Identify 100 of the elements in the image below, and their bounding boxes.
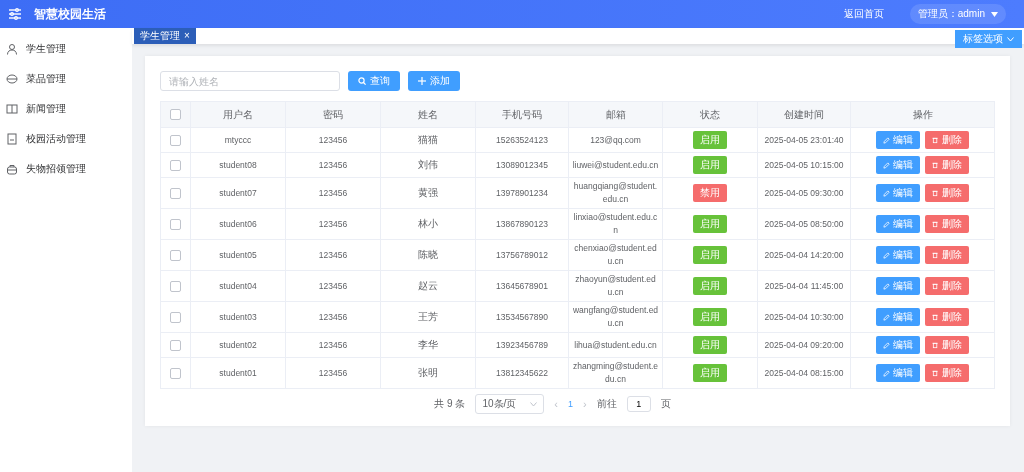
edit-button[interactable]: 编辑: [876, 336, 920, 354]
search-button[interactable]: 查询: [348, 71, 400, 91]
table-cell: 123456: [318, 250, 348, 260]
pencil-icon: [883, 251, 890, 259]
table-cell: zhaoyun@student.edu.cn: [575, 274, 656, 297]
table-cell: huangqiang@student.edu.cn: [573, 181, 658, 204]
delete-button[interactable]: 删除: [925, 364, 969, 382]
table-cell: 123456: [318, 312, 348, 322]
table-cell: liuwei@student.edu.cn: [572, 159, 659, 170]
sidebar-item[interactable]: 新闻管理: [0, 94, 132, 124]
status-badge: 启用: [693, 364, 727, 382]
table-cell: 123456: [318, 368, 348, 378]
table-cell: 13867890123: [496, 219, 548, 229]
table-cell: 123456: [318, 219, 348, 229]
sidebar-item[interactable]: 学生管理: [0, 34, 132, 64]
chevron-down-icon: [530, 401, 538, 407]
delete-button[interactable]: 删除: [925, 215, 969, 233]
tab[interactable]: 学生管理 ×: [134, 28, 196, 44]
tab-options-button[interactable]: 标签选项: [955, 30, 1022, 48]
edit-button[interactable]: 编辑: [876, 246, 920, 264]
delete-button[interactable]: 删除: [925, 156, 969, 174]
trash-icon: [932, 369, 939, 377]
home-link[interactable]: 返回首页: [843, 7, 884, 21]
sidebar-item[interactable]: 失物招领管理: [0, 154, 132, 184]
edit-button[interactable]: 编辑: [876, 277, 920, 295]
prev-page-button[interactable]: ‹: [554, 398, 558, 410]
pencil-icon: [883, 313, 890, 321]
page-size-select[interactable]: 10条/页: [475, 394, 545, 414]
column-header: 姓名: [418, 108, 438, 120]
status-badge: 启用: [693, 277, 727, 295]
table-cell: 13923456789: [496, 340, 548, 350]
table-cell: 2025-04-04 14:20:00: [764, 250, 844, 260]
edit-button[interactable]: 编辑: [876, 156, 920, 174]
book-icon: [6, 103, 18, 115]
checkbox[interactable]: [170, 339, 181, 351]
status-badge: 启用: [693, 336, 727, 354]
close-icon[interactable]: ×: [184, 29, 190, 43]
user-menu[interactable]: 管理员：admin: [909, 4, 1006, 24]
table-cell: 123@qq.com: [590, 134, 641, 145]
edit-button[interactable]: 编辑: [876, 308, 920, 326]
table-cell: 赵云: [418, 280, 438, 291]
delete-button[interactable]: 删除: [925, 336, 969, 354]
table-cell: student08: [219, 160, 257, 170]
column-header: 操作: [912, 108, 933, 120]
table-cell: student01: [219, 368, 257, 378]
delete-button[interactable]: 删除: [925, 308, 969, 326]
table-cell: chenxiao@student.edu.cn: [574, 243, 657, 266]
table-cell: student07: [219, 188, 257, 198]
page-number[interactable]: 1: [568, 399, 573, 409]
delete-button[interactable]: 删除: [925, 131, 969, 149]
pencil-icon: [883, 161, 890, 169]
pencil-icon: [883, 369, 890, 377]
delete-button[interactable]: 删除: [925, 277, 969, 295]
next-page-button[interactable]: ›: [583, 398, 587, 410]
table-cell: 123456: [318, 135, 348, 145]
pencil-icon: [883, 189, 890, 197]
checkbox[interactable]: [170, 311, 181, 323]
checkbox[interactable]: [170, 109, 181, 121]
checkbox[interactable]: [170, 367, 181, 379]
bowl-icon: [6, 73, 18, 85]
checkbox[interactable]: [170, 218, 181, 230]
table-cell: 刘伟: [418, 159, 438, 170]
status-badge: 禁用: [693, 184, 727, 202]
page-input[interactable]: 1: [626, 396, 651, 412]
edit-button[interactable]: 编辑: [876, 131, 920, 149]
table-cell: 123456: [318, 281, 348, 291]
checkbox[interactable]: [170, 249, 181, 261]
status-badge: 启用: [693, 308, 727, 326]
delete-button[interactable]: 删除: [925, 246, 969, 264]
pencil-icon: [883, 282, 890, 290]
checkbox[interactable]: [170, 159, 181, 171]
table-cell: student04: [219, 281, 257, 291]
pencil-icon: [883, 136, 890, 144]
menu-icon: [8, 8, 22, 20]
table-cell: 2025-04-04 11:45:00: [764, 281, 844, 291]
table-cell: 123456: [318, 340, 348, 350]
table-cell: 13812345622: [496, 368, 548, 378]
checkbox[interactable]: [170, 280, 181, 292]
column-header: 手机号码: [502, 108, 542, 120]
search-field[interactable]: 请输入姓名: [160, 71, 340, 91]
edit-button[interactable]: 编辑: [876, 215, 920, 233]
edit-button[interactable]: 编辑: [876, 184, 920, 202]
goto-label: 前往: [596, 397, 617, 411]
trash-icon: [932, 161, 939, 169]
sidebar-item[interactable]: 菜品管理: [0, 64, 132, 94]
table-cell: 陈晓: [418, 249, 438, 260]
table-cell: 123456: [318, 188, 348, 198]
edit-button[interactable]: 编辑: [876, 364, 920, 382]
table-cell: zhangming@student.edu.cn: [572, 361, 659, 384]
checkbox[interactable]: [170, 187, 181, 199]
add-button[interactable]: 添加: [408, 71, 460, 91]
delete-button[interactable]: 删除: [925, 184, 969, 202]
table-cell: student05: [219, 250, 257, 260]
table-cell: 13534567890: [496, 312, 548, 322]
sidebar-item[interactable]: 校园活动管理: [0, 124, 132, 154]
checkbox[interactable]: [170, 134, 181, 146]
caret-icon: [991, 11, 998, 17]
board-icon: [6, 133, 18, 145]
trash-icon: [932, 189, 939, 197]
total-count: 共 9 条: [434, 397, 466, 411]
